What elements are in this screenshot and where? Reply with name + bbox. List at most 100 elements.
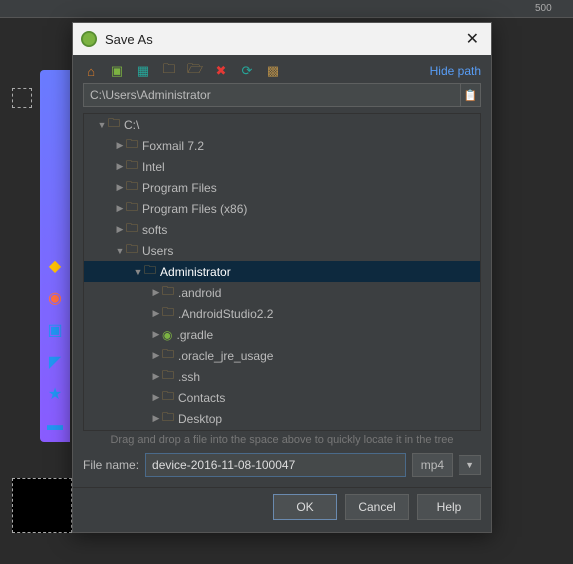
home-icon[interactable]: ⌂ bbox=[83, 63, 99, 79]
tree-label: Desktop bbox=[178, 412, 222, 426]
tree-label: Contacts bbox=[178, 391, 225, 405]
button-row: OK Cancel Help bbox=[73, 487, 491, 532]
tree-row[interactable]: ▶🗀 softs bbox=[84, 219, 480, 240]
tool-star-icon[interactable]: ★ bbox=[40, 378, 70, 410]
cancel-button[interactable]: Cancel bbox=[345, 494, 409, 520]
tree-row[interactable]: ▶🗀 .ssh bbox=[84, 366, 480, 387]
close-icon[interactable]: ✕ bbox=[462, 29, 483, 49]
tree-label: .ssh bbox=[178, 370, 200, 384]
tree-label: Foxmail 7.2 bbox=[142, 139, 204, 153]
path-input[interactable] bbox=[83, 83, 461, 107]
tree-row[interactable]: ▶🗀 Desktop bbox=[84, 408, 480, 429]
tree-label: Program Files bbox=[142, 181, 217, 195]
filename-label: File name: bbox=[83, 458, 139, 472]
tree-label: softs bbox=[142, 223, 167, 237]
tree-row[interactable]: ▶🗀 Program Files bbox=[84, 177, 480, 198]
tree-label: Intel bbox=[142, 160, 165, 174]
tree-arrow-icon[interactable]: ▼ bbox=[114, 246, 126, 256]
titlebar: Save As ✕ bbox=[73, 23, 491, 55]
folder-icon: 🗀 bbox=[162, 387, 174, 408]
dialog-title: Save As bbox=[105, 32, 462, 47]
hide-path-link[interactable]: Hide path bbox=[430, 64, 481, 78]
tree-label: .android bbox=[178, 286, 221, 300]
tree-row[interactable]: ▼🗀 Users bbox=[84, 240, 480, 261]
tool-chat-icon[interactable]: ▬ bbox=[40, 410, 70, 442]
ok-button[interactable]: OK bbox=[273, 494, 337, 520]
app-icon bbox=[81, 31, 97, 47]
toolbar: ⌂ ▣ ▦ 🗀 🗁 ✖ ⟳ ▩ Hide path bbox=[73, 55, 491, 83]
ruler-label: 500 bbox=[535, 3, 552, 14]
folder-icon[interactable]: 🗀 bbox=[161, 63, 177, 79]
tree-arrow-icon[interactable]: ▶ bbox=[150, 308, 162, 319]
tree-label: Users bbox=[142, 244, 173, 258]
delete-icon[interactable]: ✖ bbox=[213, 63, 229, 79]
tool-diamond-icon[interactable]: ◆ bbox=[40, 250, 70, 282]
folder-icon: 🗀 bbox=[162, 408, 174, 429]
folder-tree[interactable]: ▼🗀C:\▶🗀Foxmail 7.2▶🗀Intel▶🗀Program Files… bbox=[83, 113, 481, 431]
tree-row[interactable]: ▶🗀 Program Files (x86) bbox=[84, 198, 480, 219]
refresh-icon[interactable]: ⟳ bbox=[239, 63, 255, 79]
tree-arrow-icon[interactable]: ▶ bbox=[114, 224, 126, 235]
folder-icon: 🗀 bbox=[126, 135, 138, 156]
tool-clock-icon[interactable]: ◉ bbox=[40, 282, 70, 314]
tree-label: .gradle bbox=[176, 328, 213, 342]
tree-row[interactable]: ▼🗀 Administrator bbox=[84, 261, 480, 282]
tree-row[interactable]: ▶🗀 Foxmail 7.2 bbox=[84, 135, 480, 156]
folder-icon: 🗀 bbox=[162, 282, 174, 303]
extension-select[interactable]: mp4 bbox=[412, 453, 453, 477]
dnd-hint: Drag and drop a file into the space abov… bbox=[73, 431, 491, 449]
tree-arrow-icon[interactable]: ▶ bbox=[114, 182, 126, 193]
tree-label: Program Files (x86) bbox=[142, 202, 247, 216]
tool-car-icon[interactable]: ▣ bbox=[40, 314, 70, 346]
path-bar: 📋 bbox=[83, 83, 481, 107]
tree-arrow-icon[interactable]: ▼ bbox=[132, 267, 144, 277]
folder-icon: 🗀 bbox=[126, 240, 138, 261]
tree-arrow-icon[interactable]: ▼ bbox=[96, 120, 108, 130]
tree-label: Administrator bbox=[160, 265, 231, 279]
tree-row[interactable]: ▼🗀 C:\ bbox=[84, 114, 480, 135]
gradle-icon: ◉ bbox=[162, 328, 172, 342]
filename-input[interactable] bbox=[145, 453, 406, 477]
folder-icon: 🗀 bbox=[144, 261, 156, 282]
tree-arrow-icon[interactable]: ▶ bbox=[150, 329, 162, 340]
folder-icon: 🗀 bbox=[162, 366, 174, 387]
show-hidden-icon[interactable]: ▩ bbox=[265, 63, 281, 79]
new-folder-icon[interactable]: 🗁 bbox=[187, 63, 203, 79]
tree-row[interactable]: ▶🗀 .oracle_jre_usage bbox=[84, 345, 480, 366]
tree-row[interactable]: ▶🗀 .AndroidStudio2.2 bbox=[84, 303, 480, 324]
folder-icon: 🗀 bbox=[126, 198, 138, 219]
tree-arrow-icon[interactable]: ▶ bbox=[150, 287, 162, 298]
calendar-icon[interactable]: ▦ bbox=[135, 63, 151, 79]
tree-arrow-icon[interactable]: ▶ bbox=[114, 140, 126, 151]
pin-icon[interactable]: 📋 bbox=[461, 83, 481, 107]
folder-icon: 🗀 bbox=[162, 345, 174, 366]
app-icon[interactable]: ▣ bbox=[109, 63, 125, 79]
folder-icon: 🗀 bbox=[126, 177, 138, 198]
tree-arrow-icon[interactable]: ▶ bbox=[150, 350, 162, 361]
folder-icon: 🗀 bbox=[126, 219, 138, 240]
tree-arrow-icon[interactable]: ▶ bbox=[150, 413, 162, 424]
selection-marquee bbox=[12, 88, 32, 108]
folder-icon: 🗀 bbox=[162, 303, 174, 324]
tree-arrow-icon[interactable]: ▶ bbox=[150, 392, 162, 403]
tool-tag-icon[interactable]: ◤ bbox=[40, 346, 70, 378]
tree-arrow-icon[interactable]: ▶ bbox=[150, 371, 162, 382]
tree-label: .AndroidStudio2.2 bbox=[178, 307, 273, 321]
left-toolbar: ◆ ◉ ▣ ◤ ★ ▬ bbox=[40, 70, 70, 442]
tree-label: .oracle_jre_usage bbox=[178, 349, 273, 363]
filename-row: File name: mp4 ▼ bbox=[83, 453, 481, 477]
ruler: 500 bbox=[0, 0, 573, 18]
save-as-dialog: Save As ✕ ⌂ ▣ ▦ 🗀 🗁 ✖ ⟳ ▩ Hide path 📋 ▼🗀… bbox=[72, 22, 492, 533]
chevron-down-icon[interactable]: ▼ bbox=[459, 455, 481, 475]
folder-icon: 🗀 bbox=[108, 114, 120, 135]
tree-arrow-icon[interactable]: ▶ bbox=[114, 203, 126, 214]
tree-row[interactable]: ▶🗀 Contacts bbox=[84, 387, 480, 408]
tree-row[interactable]: ▶🗀 .android bbox=[84, 282, 480, 303]
tree-arrow-icon[interactable]: ▶ bbox=[114, 161, 126, 172]
tree-label: C:\ bbox=[124, 118, 139, 132]
help-button[interactable]: Help bbox=[417, 494, 481, 520]
folder-icon: 🗀 bbox=[126, 156, 138, 177]
tree-row[interactable]: ▶🗀 Intel bbox=[84, 156, 480, 177]
selection-marquee-bottom bbox=[12, 478, 72, 533]
tree-row[interactable]: ▶◉ .gradle bbox=[84, 324, 480, 345]
